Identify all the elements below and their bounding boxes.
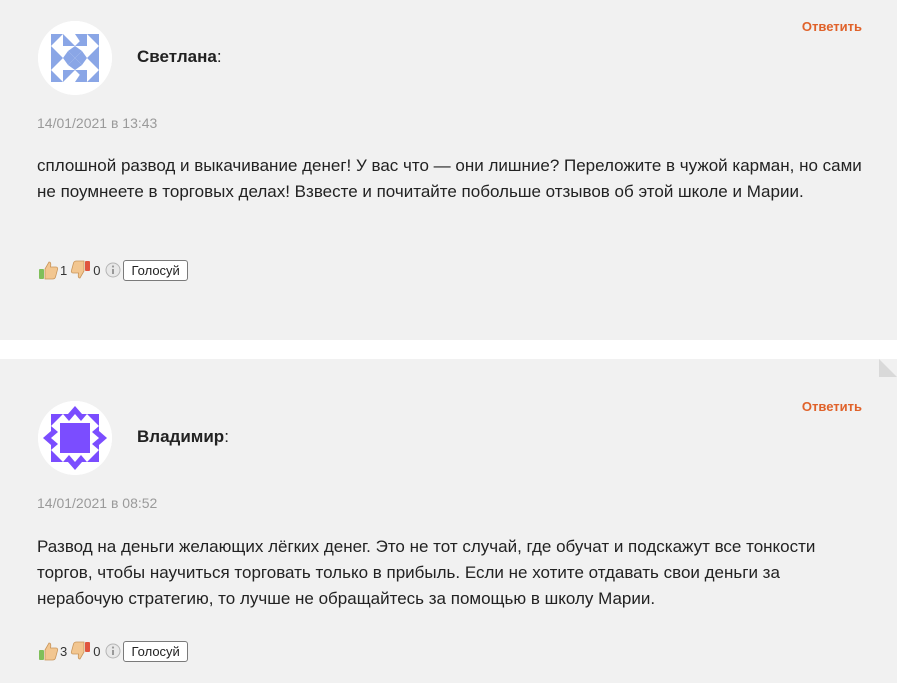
vote-button[interactable]: Голосуй <box>123 259 188 281</box>
comment-date: 14/01/2021 в 13:43 <box>37 115 158 131</box>
reply-link[interactable]: Ответить <box>802 399 862 414</box>
reply-link[interactable]: Ответить <box>802 19 862 34</box>
avatar[interactable] <box>38 401 112 475</box>
like-count: 1 <box>60 262 68 278</box>
vote-button[interactable]: Голосуй <box>123 640 188 662</box>
info-icon[interactable] <box>105 262 121 278</box>
avatar[interactable] <box>38 21 112 95</box>
thumbs-down-icon[interactable] <box>70 640 92 662</box>
comment-text: Развод на деньги желающих лёгких денег. … <box>37 537 816 608</box>
comment-card: Владимир: Ответить 14/01/2021 в 08:52 Ра… <box>0 359 897 683</box>
comment-text: сплошной развод и выкачивание денег! У в… <box>37 156 862 201</box>
vote-bar: 1 0 Голосуй <box>37 259 188 281</box>
thumbs-up-icon[interactable] <box>37 640 59 662</box>
identicon-avatar-icon <box>38 401 112 475</box>
comment-author: Владимир: <box>137 427 229 446</box>
thumbs-up-icon[interactable] <box>37 259 59 281</box>
corner-fold <box>879 359 897 377</box>
identicon-avatar-icon <box>38 21 112 95</box>
comment-date: 14/01/2021 в 08:52 <box>37 495 158 511</box>
like-count: 3 <box>60 643 68 659</box>
dislike-count: 0 <box>93 643 101 659</box>
comment-card: Светлана: Ответить 14/01/2021 в 13:43 сп… <box>0 0 897 340</box>
vote-bar: 3 0 Голосуй <box>37 640 188 662</box>
comment-author: Светлана: <box>137 47 222 66</box>
dislike-count: 0 <box>93 262 101 278</box>
info-icon[interactable] <box>105 643 121 659</box>
thumbs-down-icon[interactable] <box>70 259 92 281</box>
